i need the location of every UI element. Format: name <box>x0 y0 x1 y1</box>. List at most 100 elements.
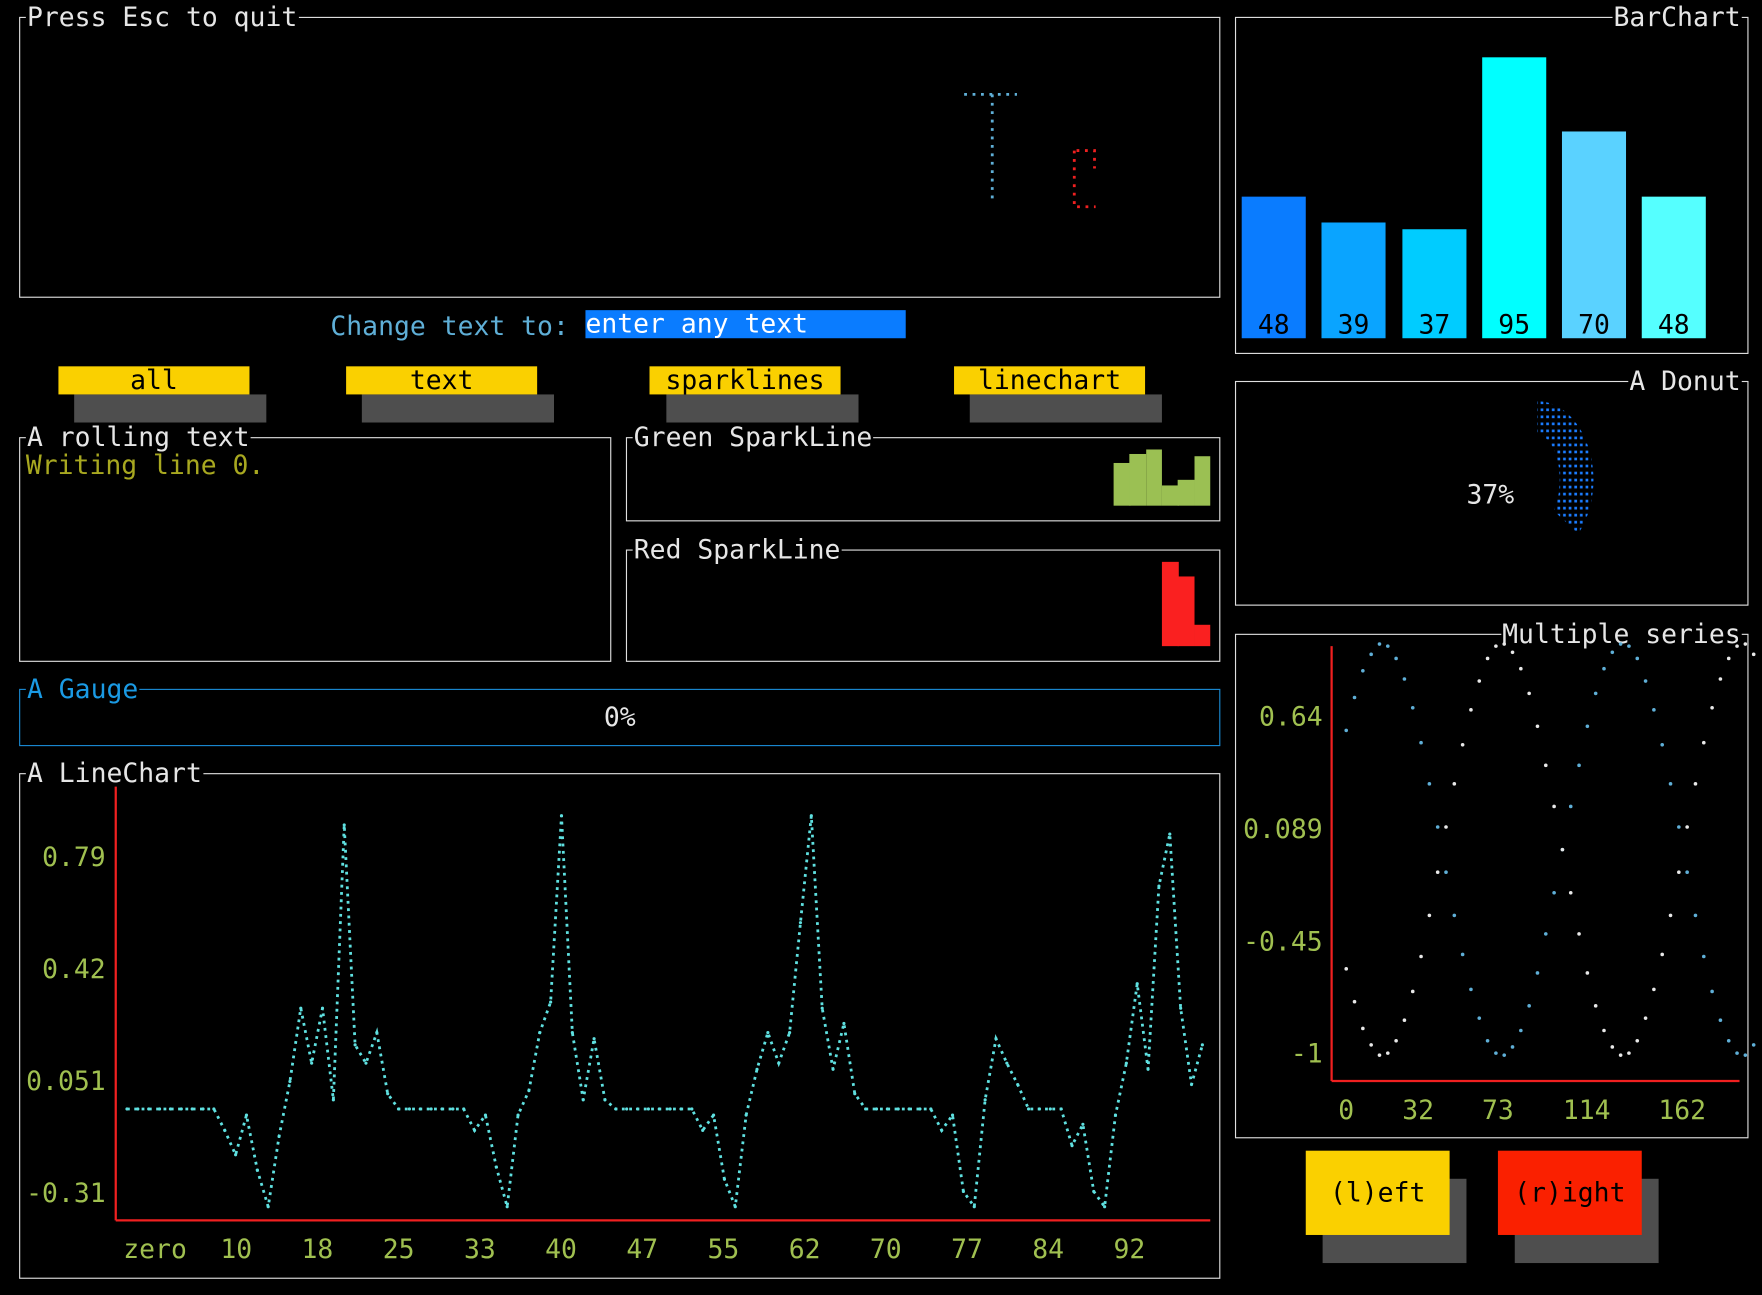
series-2-point <box>1718 677 1723 681</box>
series-2-point <box>1510 650 1515 655</box>
terminal-app: Press Esc to quit Change text to: enter … <box>0 0 1762 1295</box>
series-2-point <box>1635 1038 1640 1043</box>
series-2-point <box>1410 989 1415 994</box>
series-1-point <box>1510 1045 1515 1049</box>
series-2-point <box>1477 679 1482 683</box>
series-2-point <box>1660 952 1665 957</box>
series-2-point <box>1627 1051 1631 1055</box>
series-1-point <box>1652 708 1656 712</box>
series-1-point <box>1751 1043 1756 1047</box>
series-2-point <box>1344 967 1349 971</box>
multiseries-plot: 0.64 0.089 -0.45 -1 0 32 73 114 162 <box>1243 642 1756 1126</box>
series-2-point <box>1585 971 1590 975</box>
y-tick-label: 0.089 <box>1243 814 1322 845</box>
series-1-point <box>1718 1018 1723 1023</box>
series-1-point <box>1460 952 1465 957</box>
series-2-point <box>1577 932 1581 936</box>
x-tick-label: 32 <box>1402 1095 1434 1126</box>
series-2-point <box>1593 1004 1598 1008</box>
series-2-point <box>1535 724 1540 729</box>
series-1-point <box>1535 971 1540 975</box>
series-2-point <box>1427 913 1432 918</box>
series-1-point <box>1726 1038 1731 1043</box>
series-1-point <box>1602 666 1606 671</box>
series-2-point <box>1610 1045 1615 1049</box>
series-1-point <box>1494 1051 1498 1055</box>
series-1-point <box>1527 1004 1531 1008</box>
series-1-point <box>1427 782 1432 786</box>
series-2-point <box>1677 870 1681 875</box>
series-2-point <box>1435 870 1440 875</box>
series-2-point <box>1402 1018 1407 1023</box>
x-tick-label: 162 <box>1658 1095 1706 1126</box>
x-tick-label: 0 <box>1338 1095 1354 1126</box>
series-2-point <box>1685 825 1689 829</box>
series-2-point <box>1502 642 1507 646</box>
series-1-point <box>1585 724 1590 729</box>
series-2-point <box>1494 644 1498 648</box>
series-2-point <box>1668 913 1673 918</box>
series-2-point <box>1693 782 1698 786</box>
left-button[interactable]: (l)eft <box>1305 1150 1450 1235</box>
series-2-point <box>1618 1053 1623 1057</box>
series-1-point <box>1610 650 1615 655</box>
series-2-point <box>1519 666 1523 671</box>
series-2-point <box>1735 644 1739 648</box>
series-2-point <box>1560 847 1565 852</box>
series-2-point <box>1743 642 1748 646</box>
series-1-point <box>1369 652 1373 657</box>
series-2-point <box>1643 1016 1648 1020</box>
series-2-point <box>1602 1028 1606 1033</box>
series-2-point <box>1527 691 1531 696</box>
series-1-point <box>1469 987 1473 992</box>
series-2-point <box>1419 954 1423 959</box>
series-1-point <box>1710 989 1714 994</box>
series-1-point <box>1410 705 1415 710</box>
series-2-point <box>1444 825 1448 829</box>
series-2-point <box>1485 656 1490 661</box>
series-1-point <box>1485 1038 1490 1043</box>
series-1-point <box>1618 642 1623 646</box>
series-1-point <box>1352 695 1357 700</box>
series-2-point <box>1701 740 1706 745</box>
x-tick-label: 73 <box>1482 1095 1514 1126</box>
series-1-point <box>1419 740 1423 745</box>
series-1-point <box>1502 1053 1507 1057</box>
series-1-point <box>1643 679 1648 683</box>
series-2-point <box>1469 708 1473 712</box>
series-1-point <box>1693 913 1698 918</box>
series-1-point <box>1394 656 1398 661</box>
series-2-point <box>1361 1026 1365 1031</box>
series-1-point <box>1435 825 1440 829</box>
x-tick-label: 114 <box>1563 1095 1611 1126</box>
series-2-point <box>1568 890 1573 895</box>
series-2-point <box>1394 1038 1398 1043</box>
series-1-point <box>1377 642 1382 646</box>
series-2-point <box>1751 652 1756 657</box>
series-1-point <box>1701 954 1706 959</box>
series-1-point <box>1444 870 1448 875</box>
right-button[interactable]: (r)ight <box>1497 1150 1642 1235</box>
series-1-point <box>1519 1028 1523 1033</box>
series-2-point <box>1385 1051 1390 1055</box>
series-1-point <box>1635 656 1640 661</box>
series-1-point <box>1627 644 1631 648</box>
series-2-point <box>1552 804 1556 809</box>
series-1-point <box>1660 742 1665 747</box>
series-2-point <box>1377 1053 1382 1057</box>
y-tick-label: -1 <box>1291 1039 1323 1070</box>
series-1-point <box>1543 932 1548 936</box>
y-tick-label: 0.64 <box>1259 702 1323 733</box>
series-1-point <box>1452 913 1457 918</box>
series-2-point <box>1710 705 1714 710</box>
series-2-point <box>1652 987 1656 992</box>
series-1-point <box>1735 1051 1739 1055</box>
series-2-point <box>1726 656 1731 661</box>
series-1-point <box>1552 890 1556 895</box>
series-1-point <box>1402 677 1407 681</box>
series-2-point <box>1460 742 1465 747</box>
series-2-point <box>1352 999 1357 1004</box>
y-tick-label: -0.45 <box>1243 926 1322 957</box>
series-1-point <box>1344 728 1349 733</box>
series-1-point <box>1568 804 1573 809</box>
